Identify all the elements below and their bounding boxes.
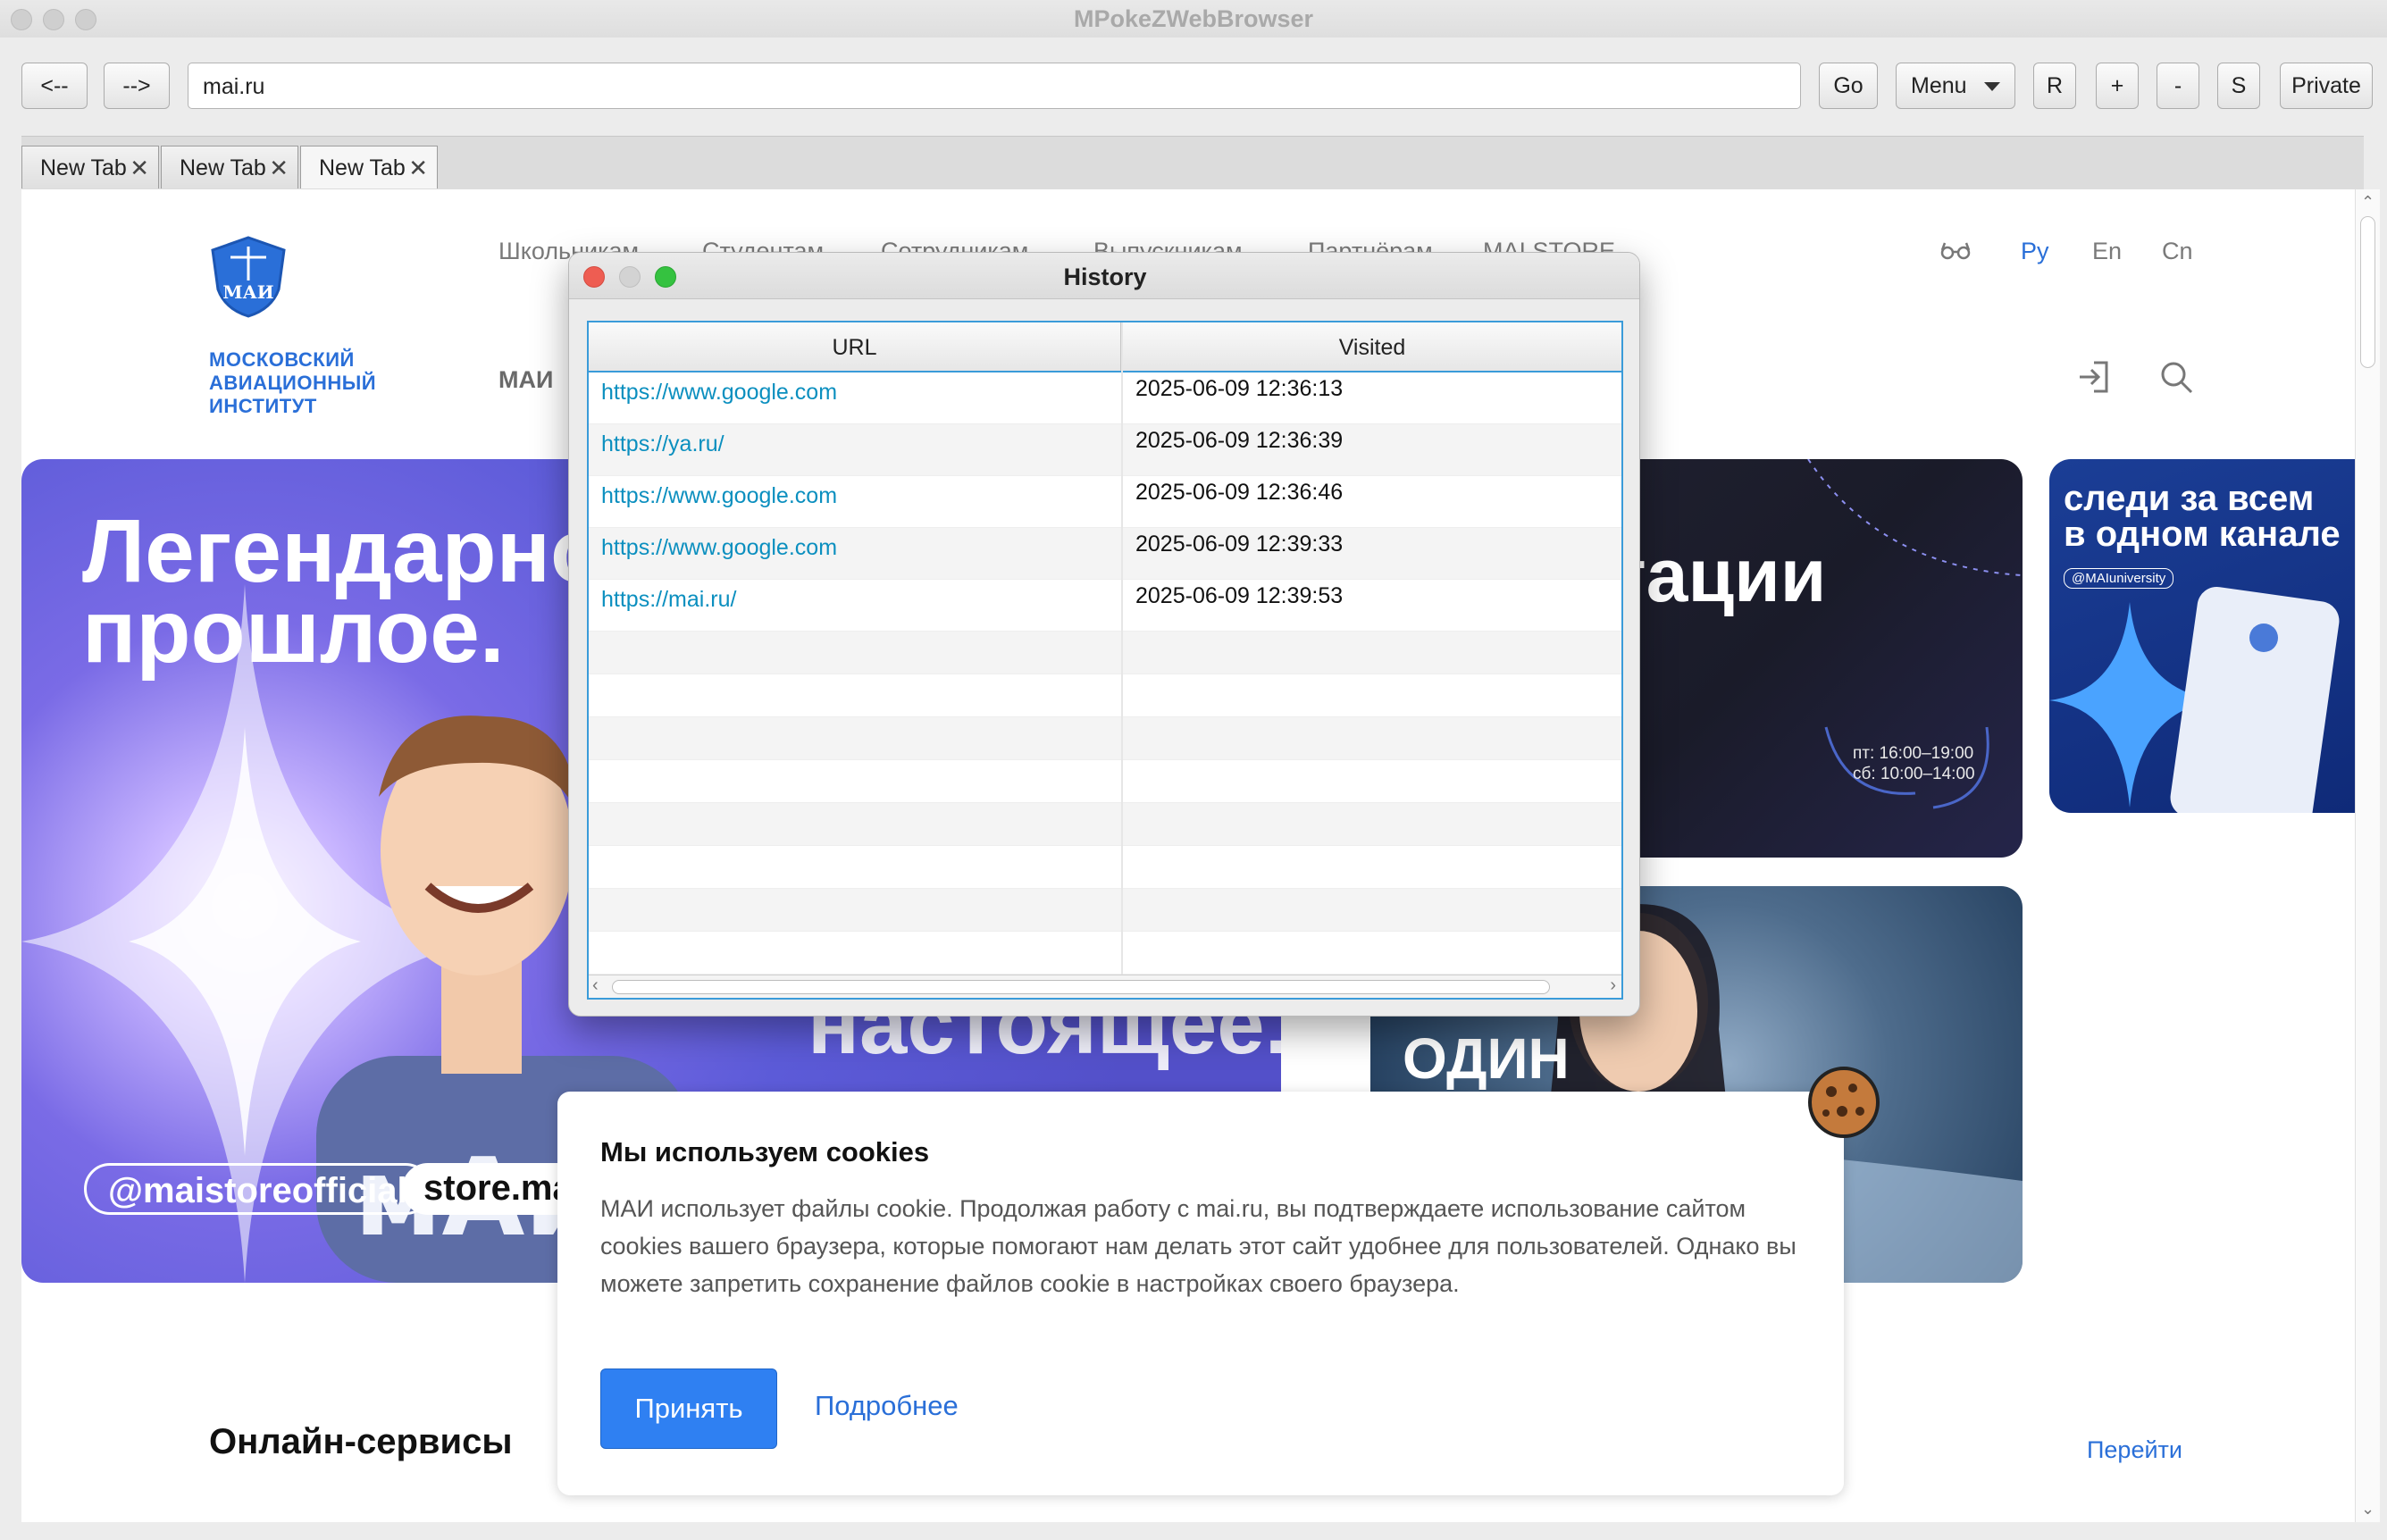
section-title-online-services: Онлайн-сервисы [209,1422,513,1461]
lang-ru[interactable]: Ру [2021,238,2049,265]
close-tab-icon[interactable]: ✕ [408,155,428,182]
tab-label: New Tab [180,155,266,180]
history-empty-row [589,632,1621,674]
history-title: History [1063,264,1147,290]
back-button[interactable]: <-- [21,63,88,109]
scroll-left-icon[interactable]: ‹ [592,975,599,996]
hours-saturday: сб: 10:00–14:00 [1853,765,1975,783]
history-row[interactable]: https://mai.ru/2025-06-09 12:39:53 [589,580,1621,632]
phone-mockup-icon [2049,586,2340,813]
svg-text:МАИ: МАИ [222,281,273,303]
cookie-consent-dialog: Мы используем cookies МАИ использует фай… [557,1067,1880,1495]
scroll-up-icon[interactable]: ⌃ [2361,193,2374,212]
history-visited-cell: 2025-06-09 12:39:53 [1135,583,1344,608]
history-url-cell[interactable]: https://www.google.com [589,528,1121,568]
accessibility-glasses-icon[interactable] [1940,241,1971,261]
history-table: URL Visited https://www.google.com 2025-0… [587,321,1623,1000]
history-title-bar: History [569,253,1639,299]
menu-label: Menu [1911,72,1967,98]
close-tab-icon[interactable]: ✕ [130,155,149,182]
history-empty-row [589,674,1621,717]
history-empty-row [589,932,1621,975]
tab-label: New Tab [40,155,127,180]
menu-dropdown[interactable]: Menu [1896,63,2015,109]
column-divider [1121,322,1123,975]
scroll-down-icon[interactable]: ⌄ [2361,1500,2374,1519]
channel-title: следи за всем в одном канале [2064,481,2341,552]
history-empty-row [589,846,1621,889]
vertical-scrollbar[interactable]: ⌃ ⌄ [2355,189,2380,1522]
tab-strip: New Tab ✕ New Tab ✕ New Tab ✕ [21,136,2364,189]
zoom-out-button[interactable]: - [2157,63,2199,109]
scrollbar-thumb[interactable] [2360,216,2375,368]
photo-banner-text: ОДИН [1403,1026,1570,1091]
reload-button[interactable]: R [2033,63,2076,109]
history-visited-cell: 2025-06-09 12:36:13 [1135,376,1344,401]
go-to-services-link[interactable]: Перейти [2087,1436,2182,1464]
login-icon[interactable] [2076,359,2112,395]
forward-button[interactable]: --> [104,63,170,109]
search-icon[interactable] [2158,359,2194,395]
history-empty-row [589,760,1621,803]
instagram-pill[interactable]: @maistoreofficial [84,1163,431,1215]
address-bar[interactable]: mai.ru [188,63,1801,109]
nav-item-mai[interactable]: МАИ [498,366,553,394]
history-url-cell[interactable]: https://ya.ru/ [589,424,1121,465]
lang-cn[interactable]: Cn [2162,238,2193,265]
history-empty-row [589,803,1621,846]
cookie-text: МАИ использует файлы cookie. Продолжая р… [600,1195,1797,1297]
chevron-down-icon [1984,82,2000,91]
hours-friday: пт: 16:00–19:00 [1853,744,1974,763]
history-visited-cell: 2025-06-09 12:39:33 [1135,531,1344,557]
cookie-more-link[interactable]: Подробнее [815,1390,959,1422]
history-visited-cell: 2025-06-09 12:36:46 [1135,480,1344,505]
close-tab-icon[interactable]: ✕ [269,155,289,182]
browser-window: MPokeZWebBrowser <-- --> mai.ru Go Menu … [0,0,2387,1540]
channel-title-line1: следи за всем [2064,479,2315,518]
history-empty-row [589,889,1621,932]
h-scrollbar-thumb[interactable] [612,980,1550,994]
promo-banner-channel[interactable]: следи за всем в одном канале @MAIunivers… [2049,459,2355,813]
tab-1[interactable]: New Tab ✕ [21,146,159,188]
history-row[interactable]: https://www.google.com 2025-06-09 12:39:3… [589,528,1621,580]
opening-hours: пт: 16:00–19:00 сб: 10:00–14:00 [1853,743,1975,784]
scroll-right-icon[interactable]: › [1610,975,1616,996]
tab-2[interactable]: New Tab ✕ [161,146,298,188]
channel-title-line2: в одном канале [2064,515,2341,554]
history-row[interactable]: https://ya.ru/2025-06-09 12:36:39 [589,424,1621,476]
tab-label: New Tab [319,155,406,180]
cookie-title: Мы используем cookies [600,1136,930,1168]
history-url-cell[interactable]: https://www.google.com [589,372,1121,413]
history-visited-cell: 2025-06-09 12:36:39 [1135,428,1344,453]
private-button[interactable]: Private [2280,63,2373,109]
history-row[interactable]: https://www.google.com 2025-06-09 12:36:1… [587,371,1623,426]
history-url-cell[interactable]: https://mai.ru/ [589,580,1121,620]
mai-logo-icon[interactable]: МАИ [207,234,289,320]
history-row[interactable]: https://www.google.com 2025-06-09 12:36:4… [589,476,1621,528]
tab-3-active[interactable]: New Tab ✕ [300,146,438,188]
column-header-visited[interactable]: Visited [1123,322,1621,372]
history-table-header: URL Visited [589,322,1621,372]
save-button[interactable]: S [2217,63,2260,109]
zoom-in-button[interactable]: + [2096,63,2139,109]
history-window: History URL Visited https://www.google.c… [568,252,1640,1017]
column-header-url[interactable]: URL [589,322,1121,372]
cookie-icon [1808,1067,1880,1138]
go-button[interactable]: Go [1819,63,1878,109]
lang-en[interactable]: En [2092,238,2122,265]
horizontal-scrollbar[interactable]: ‹ › [589,975,1621,998]
logo-text[interactable]: МОСКОВСКИЙ АВИАЦИОННЫЙ ИНСТИТУТ [209,348,423,418]
window-title: MPokeZWebBrowser [1073,5,1314,32]
accept-cookies-button[interactable]: Принять [600,1368,777,1449]
history-url-cell[interactable]: https://www.google.com [589,476,1121,516]
title-bar: MPokeZWebBrowser [0,0,2387,38]
history-empty-row [589,717,1621,760]
